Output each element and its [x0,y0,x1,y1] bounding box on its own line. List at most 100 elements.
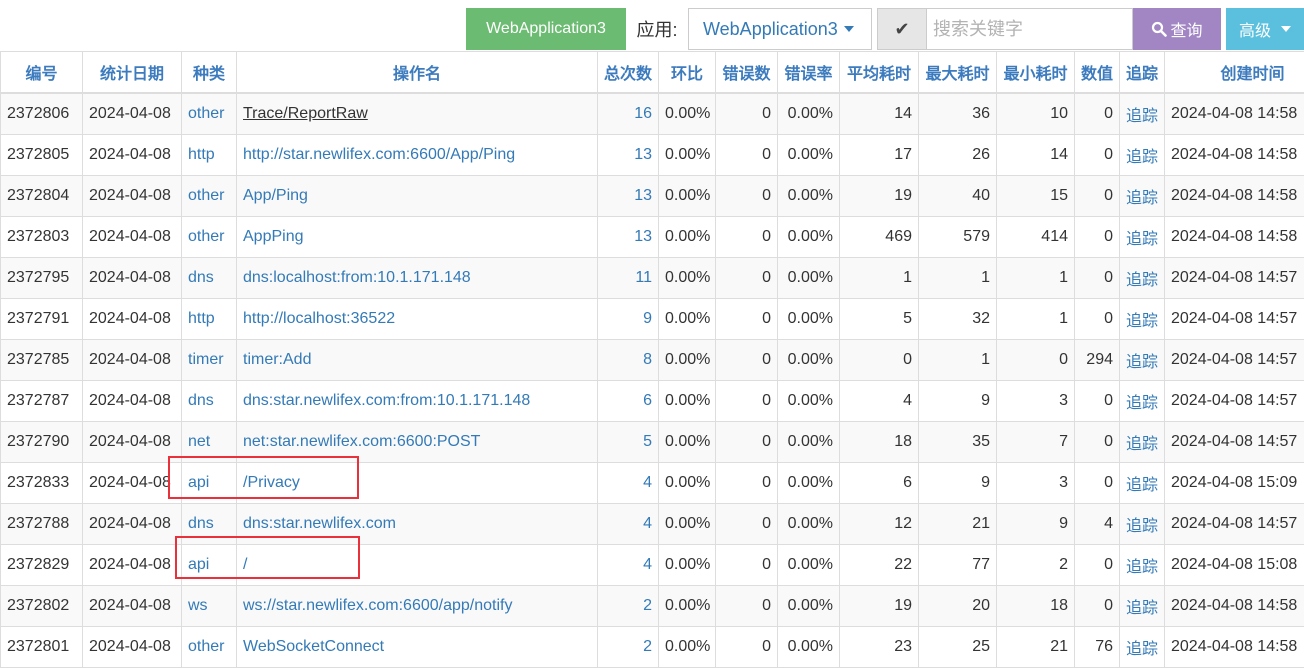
cell-date: 2024-04-08 [83,422,182,463]
cell-operation[interactable]: Trace/ReportRaw [237,93,598,135]
cell-kind[interactable]: dns [182,381,237,422]
header-col-operation[interactable]: 操作名 [237,52,598,94]
cell-total[interactable]: 8 [598,340,659,381]
cell-id: 2372791 [1,299,83,340]
cell-total[interactable]: 2 [598,627,659,668]
cell-avg-time: 17 [840,135,919,176]
cell-total[interactable]: 4 [598,463,659,504]
cell-kind[interactable]: other [182,217,237,258]
header-col-trace[interactable]: 追踪 [1120,52,1165,94]
table-row: 23728292024-04-08api/40.00%00.00%227720追… [1,545,1304,586]
header-col-error-rate[interactable]: 错误率 [778,52,840,94]
header-col-max-time[interactable]: 最大耗时 [919,52,997,94]
cell-total[interactable]: 16 [598,93,659,135]
cell-avg-time: 5 [840,299,919,340]
cell-kind[interactable]: api [182,463,237,504]
table-row: 23728332024-04-08api/Privacy40.00%00.00%… [1,463,1304,504]
header-col-id[interactable]: 编号 [1,52,83,94]
app-name-button[interactable]: WebApplication3 [466,8,626,50]
header-col-value[interactable]: 数值 [1075,52,1120,94]
header-col-errors[interactable]: 错误数 [716,52,778,94]
cell-trace[interactable]: 追踪 [1120,135,1165,176]
table-header-row: 编号统计日期种类操作名总次数环比错误数错误率平均耗时最大耗时最小耗时数值追踪创建… [1,52,1304,94]
cell-operation[interactable]: http://localhost:36522 [237,299,598,340]
cell-operation[interactable]: ws://star.newlifex.com:6600/app/notify [237,586,598,627]
cell-kind[interactable]: http [182,135,237,176]
cell-value: 0 [1075,463,1120,504]
cell-operation[interactable]: /Privacy [237,463,598,504]
cell-trace[interactable]: 追踪 [1120,586,1165,627]
header-col-created[interactable]: 创建时间 [1165,52,1304,94]
cell-kind[interactable]: net [182,422,237,463]
cell-operation[interactable]: dns:localhost:from:10.1.171.148 [237,258,598,299]
cell-error-rate: 0.00% [778,504,840,545]
cell-trace[interactable]: 追踪 [1120,340,1165,381]
cell-total[interactable]: 9 [598,299,659,340]
check-button[interactable]: ✔ [877,8,927,50]
cell-trace[interactable]: 追踪 [1120,381,1165,422]
cell-kind[interactable]: other [182,627,237,668]
cell-operation[interactable]: AppPing [237,217,598,258]
cell-trace[interactable]: 追踪 [1120,299,1165,340]
cell-operation[interactable]: dns:star.newlifex.com:from:10.1.171.148 [237,381,598,422]
cell-value: 0 [1075,258,1120,299]
cell-total[interactable]: 6 [598,381,659,422]
cell-error-rate: 0.00% [778,545,840,586]
cell-operation[interactable]: net:star.newlifex.com:6600:POST [237,422,598,463]
header-col-kind[interactable]: 种类 [182,52,237,94]
cell-date: 2024-04-08 [83,504,182,545]
cell-errors: 0 [716,545,778,586]
header-col-ratio[interactable]: 环比 [659,52,716,94]
cell-kind[interactable]: dns [182,504,237,545]
cell-kind[interactable]: ws [182,586,237,627]
cell-total[interactable]: 5 [598,422,659,463]
cell-total[interactable]: 13 [598,135,659,176]
cell-max-time: 32 [919,299,997,340]
advanced-button[interactable]: 高级 [1226,8,1304,50]
cell-max-time: 40 [919,176,997,217]
header-col-date[interactable]: 统计日期 [83,52,182,94]
cell-trace[interactable]: 追踪 [1120,93,1165,135]
cell-trace[interactable]: 追踪 [1120,545,1165,586]
cell-trace[interactable]: 追踪 [1120,463,1165,504]
query-button[interactable]: 查询 [1133,8,1221,50]
cell-trace[interactable]: 追踪 [1120,176,1165,217]
header-col-total[interactable]: 总次数 [598,52,659,94]
cell-kind[interactable]: http [182,299,237,340]
cell-errors: 0 [716,176,778,217]
cell-total[interactable]: 13 [598,217,659,258]
table-row: 23727872024-04-08dnsdns:star.newlifex.co… [1,381,1304,422]
cell-operation[interactable]: dns:star.newlifex.com [237,504,598,545]
cell-max-time: 1 [919,340,997,381]
cell-kind[interactable]: api [182,545,237,586]
cell-kind[interactable]: dns [182,258,237,299]
cell-errors: 0 [716,217,778,258]
cell-trace[interactable]: 追踪 [1120,627,1165,668]
cell-total[interactable]: 4 [598,504,659,545]
cell-trace[interactable]: 追踪 [1120,422,1165,463]
cell-min-time: 1 [997,299,1075,340]
cell-trace[interactable]: 追踪 [1120,217,1165,258]
cell-kind[interactable]: timer [182,340,237,381]
cell-date: 2024-04-08 [83,135,182,176]
cell-total[interactable]: 4 [598,545,659,586]
cell-operation[interactable]: timer:Add [237,340,598,381]
header-col-min-time[interactable]: 最小耗时 [997,52,1075,94]
cell-total[interactable]: 13 [598,176,659,217]
cell-kind[interactable]: other [182,93,237,135]
cell-trace[interactable]: 追踪 [1120,258,1165,299]
cell-max-time: 25 [919,627,997,668]
app-select[interactable]: WebApplication3 [688,8,872,50]
cell-avg-time: 12 [840,504,919,545]
cell-operation[interactable]: http://star.newlifex.com:6600/App/Ping [237,135,598,176]
cell-operation[interactable]: App/Ping [237,176,598,217]
cell-created: 2024-04-08 14:57 [1165,299,1304,340]
cell-operation[interactable]: / [237,545,598,586]
cell-operation[interactable]: WebSocketConnect [237,627,598,668]
search-input[interactable] [927,8,1133,50]
cell-total[interactable]: 11 [598,258,659,299]
cell-kind[interactable]: other [182,176,237,217]
cell-trace[interactable]: 追踪 [1120,504,1165,545]
header-col-avg-time[interactable]: 平均耗时 [840,52,919,94]
cell-total[interactable]: 2 [598,586,659,627]
